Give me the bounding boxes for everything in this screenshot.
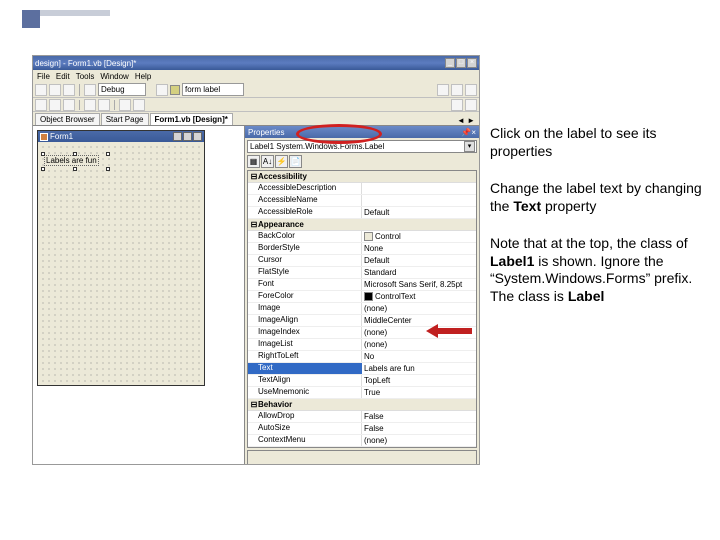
properties-title: Properties (248, 128, 284, 137)
annotation-text-block: Click on the label to see its properties… (490, 125, 708, 325)
prop-row-borderstyle[interactable]: BorderStyleNone (248, 243, 476, 255)
resize-handle-sw[interactable] (41, 167, 45, 171)
dropdown-arrow-icon[interactable]: ▾ (464, 141, 475, 152)
layout-order-icon[interactable] (451, 99, 463, 111)
tab-start-page[interactable]: Start Page (101, 113, 149, 125)
layout-size2-icon[interactable] (98, 99, 110, 111)
form-maximize-icon (183, 132, 192, 141)
form-close-icon (193, 132, 202, 141)
resize-handle-s[interactable] (73, 167, 77, 171)
prop-row-font[interactable]: FontMicrosoft Sans Serif, 8.25pt (248, 279, 476, 291)
annotation-2: Change the label text by changing the Te… (490, 180, 708, 215)
design-grid (38, 142, 204, 385)
prop-row-imagealign[interactable]: ImageAlignMiddleCenter (248, 315, 476, 327)
resize-handle-n[interactable] (73, 152, 77, 156)
prop-row-imagelist[interactable]: ImageList(none) (248, 339, 476, 351)
tab-form-design[interactable]: Form1.vb [Design]* (150, 113, 233, 125)
prop-row-image[interactable]: Image(none) (248, 303, 476, 315)
prop-row-backcolor[interactable]: BackColorControl (248, 231, 476, 243)
prop-row-textalign[interactable]: TextAlignTopLeft (248, 375, 476, 387)
category-appearance[interactable]: ⊟Appearance (248, 219, 476, 231)
ide-titlebar: design] - Form1.vb [Design]* _ □ × (33, 56, 479, 70)
properties-pin-icon[interactable]: 📌 (461, 128, 471, 137)
toolbar-misc-icon[interactable] (156, 84, 168, 96)
property-grid: ⊟Accessibility AccessibleDescription Acc… (247, 170, 477, 448)
form-label-icon (170, 85, 180, 95)
config-dropdown[interactable]: Debug (98, 83, 146, 96)
layout-align-icon[interactable] (35, 99, 47, 111)
layout-toolbar (33, 98, 479, 112)
form-minimize-icon (173, 132, 182, 141)
prop-row-cursor[interactable]: CursorDefault (248, 255, 476, 267)
document-tabbar: Object Browser Start Page Form1.vb [Desi… (33, 112, 479, 126)
form-designer[interactable]: Form1 Labels are fun (33, 126, 244, 465)
menu-edit[interactable]: Edit (56, 72, 70, 81)
property-description (247, 450, 477, 465)
prop-row-autosize[interactable]: AutoSizeFalse (248, 423, 476, 435)
toolbar-nav3-icon[interactable] (465, 84, 477, 96)
properties-panel: Properties 📌 × Label1 System.Windows.For… (245, 126, 479, 465)
prop-row-flatstyle[interactable]: FlatStyleStandard (248, 267, 476, 279)
resize-handle-ne[interactable] (106, 152, 110, 156)
prop-row-righttoleft[interactable]: RightToLeftNo (248, 351, 476, 363)
slide-bullet-decoration (22, 10, 40, 28)
layout-space-icon[interactable] (119, 99, 131, 111)
prop-row-accessiblename[interactable]: AccessibleName (248, 195, 476, 207)
category-behavior[interactable]: ⊟Behavior (248, 399, 476, 411)
ide-window: design] - Form1.vb [Design]* _ □ × File … (32, 55, 480, 465)
toolbar-open-icon[interactable] (49, 84, 61, 96)
prop-row-enabled[interactable]: EnabledTrue (248, 447, 476, 448)
object-selector-dropdown[interactable]: Label1 System.Windows.Forms.Label ▾ (247, 140, 477, 153)
close-button[interactable]: × (467, 58, 477, 68)
prop-row-allowdrop[interactable]: AllowDropFalse (248, 411, 476, 423)
toolbar-nav-icon[interactable] (437, 84, 449, 96)
menu-window[interactable]: Window (100, 72, 128, 81)
resize-handle-se[interactable] (106, 167, 110, 171)
layout-align2-icon[interactable] (49, 99, 61, 111)
form-icon (40, 133, 48, 141)
categorized-button[interactable]: ▦ (247, 155, 260, 168)
toolbar-run-icon[interactable] (84, 84, 96, 96)
properties-close-icon[interactable]: × (471, 128, 476, 137)
toolbar-nav2-icon[interactable] (451, 84, 463, 96)
maximize-button[interactable]: □ (456, 58, 466, 68)
layout-space2-icon[interactable] (133, 99, 145, 111)
properties-button[interactable]: ⚡ (275, 155, 288, 168)
prop-row-accessibledescription[interactable]: AccessibleDescription (248, 183, 476, 195)
toolbar-new-icon[interactable] (35, 84, 47, 96)
color-swatch-icon (364, 292, 373, 301)
prop-row-contextmenu[interactable]: ContextMenu(none) (248, 435, 476, 447)
main-toolbar: Debug form label (33, 82, 479, 98)
menu-help[interactable]: Help (135, 72, 151, 81)
layout-size-icon[interactable] (84, 99, 96, 111)
form-preview-window: Form1 Labels are fun (37, 130, 205, 386)
alphabetical-button[interactable]: A↓ (261, 155, 274, 168)
prop-row-forecolor[interactable]: ForeColorControlText (248, 291, 476, 303)
label-control[interactable]: Labels are fun (44, 155, 99, 166)
annotation-1: Click on the label to see its properties (490, 125, 708, 160)
toolbar-save-icon[interactable] (63, 84, 75, 96)
menu-tools[interactable]: Tools (76, 72, 95, 81)
resize-handle-nw[interactable] (41, 152, 45, 156)
annotation-3: Note that at the top, the class of Label… (490, 235, 708, 305)
category-accessibility[interactable]: ⊟Accessibility (248, 171, 476, 183)
prop-row-usemnemonic[interactable]: UseMnemonicTrue (248, 387, 476, 399)
tab-object-browser[interactable]: Object Browser (35, 113, 100, 125)
prop-row-imageindex[interactable]: ImageIndex(none) (248, 327, 476, 339)
menu-file[interactable]: File (37, 72, 50, 81)
form-title: Form1 (50, 132, 73, 141)
prop-row-text[interactable]: TextLabels are fun (248, 363, 476, 375)
menubar: File Edit Tools Window Help (33, 70, 479, 82)
layout-align3-icon[interactable] (63, 99, 75, 111)
form-label-dropdown[interactable]: form label (182, 83, 244, 96)
object-selector-text: Label1 System.Windows.Forms.Label (250, 142, 384, 151)
prop-row-accessiblerole[interactable]: AccessibleRoleDefault (248, 207, 476, 219)
minimize-button[interactable]: _ (445, 58, 455, 68)
color-swatch-icon (364, 232, 373, 241)
ide-title-text: design] - Form1.vb [Design]* (35, 59, 136, 68)
events-button[interactable]: 📄 (289, 155, 302, 168)
layout-order2-icon[interactable] (465, 99, 477, 111)
